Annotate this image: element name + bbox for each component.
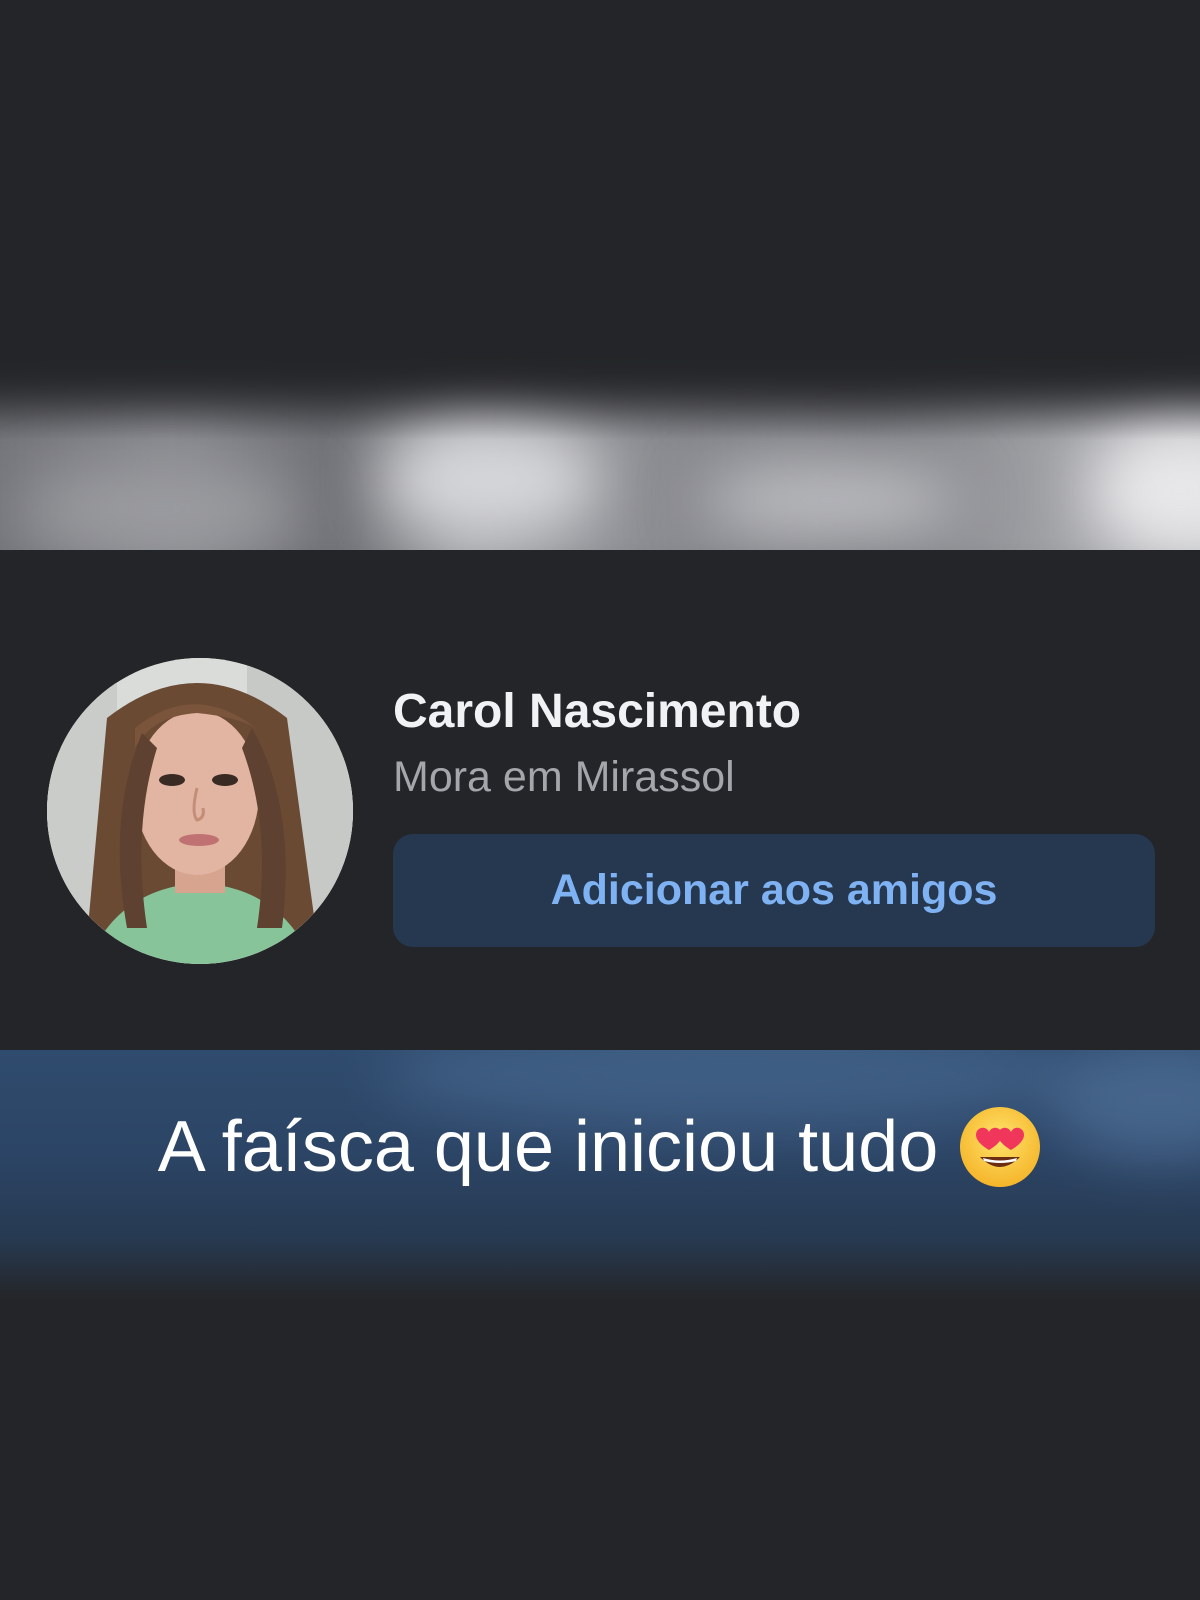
profile-name[interactable]: Carol Nascimento	[393, 684, 801, 739]
heart-eyes-emoji-icon	[958, 1105, 1042, 1189]
screenshot-page: Carol Nascimento Mora em Mirassol Adicio…	[0, 0, 1200, 1600]
caption: A faísca que iniciou tudo	[0, 1105, 1200, 1189]
add-friend-button[interactable]: Adicionar aos amigos	[393, 834, 1155, 947]
avatar[interactable]	[47, 658, 353, 964]
caption-banner: A faísca que iniciou tudo	[0, 1050, 1200, 1300]
profile-location: Mora em Mirassol	[393, 753, 735, 801]
profile-card: Carol Nascimento Mora em Mirassol Adicio…	[0, 550, 1200, 1050]
caption-text: A faísca que iniciou tudo	[157, 1107, 939, 1187]
blurred-cover-photo	[0, 0, 1200, 550]
